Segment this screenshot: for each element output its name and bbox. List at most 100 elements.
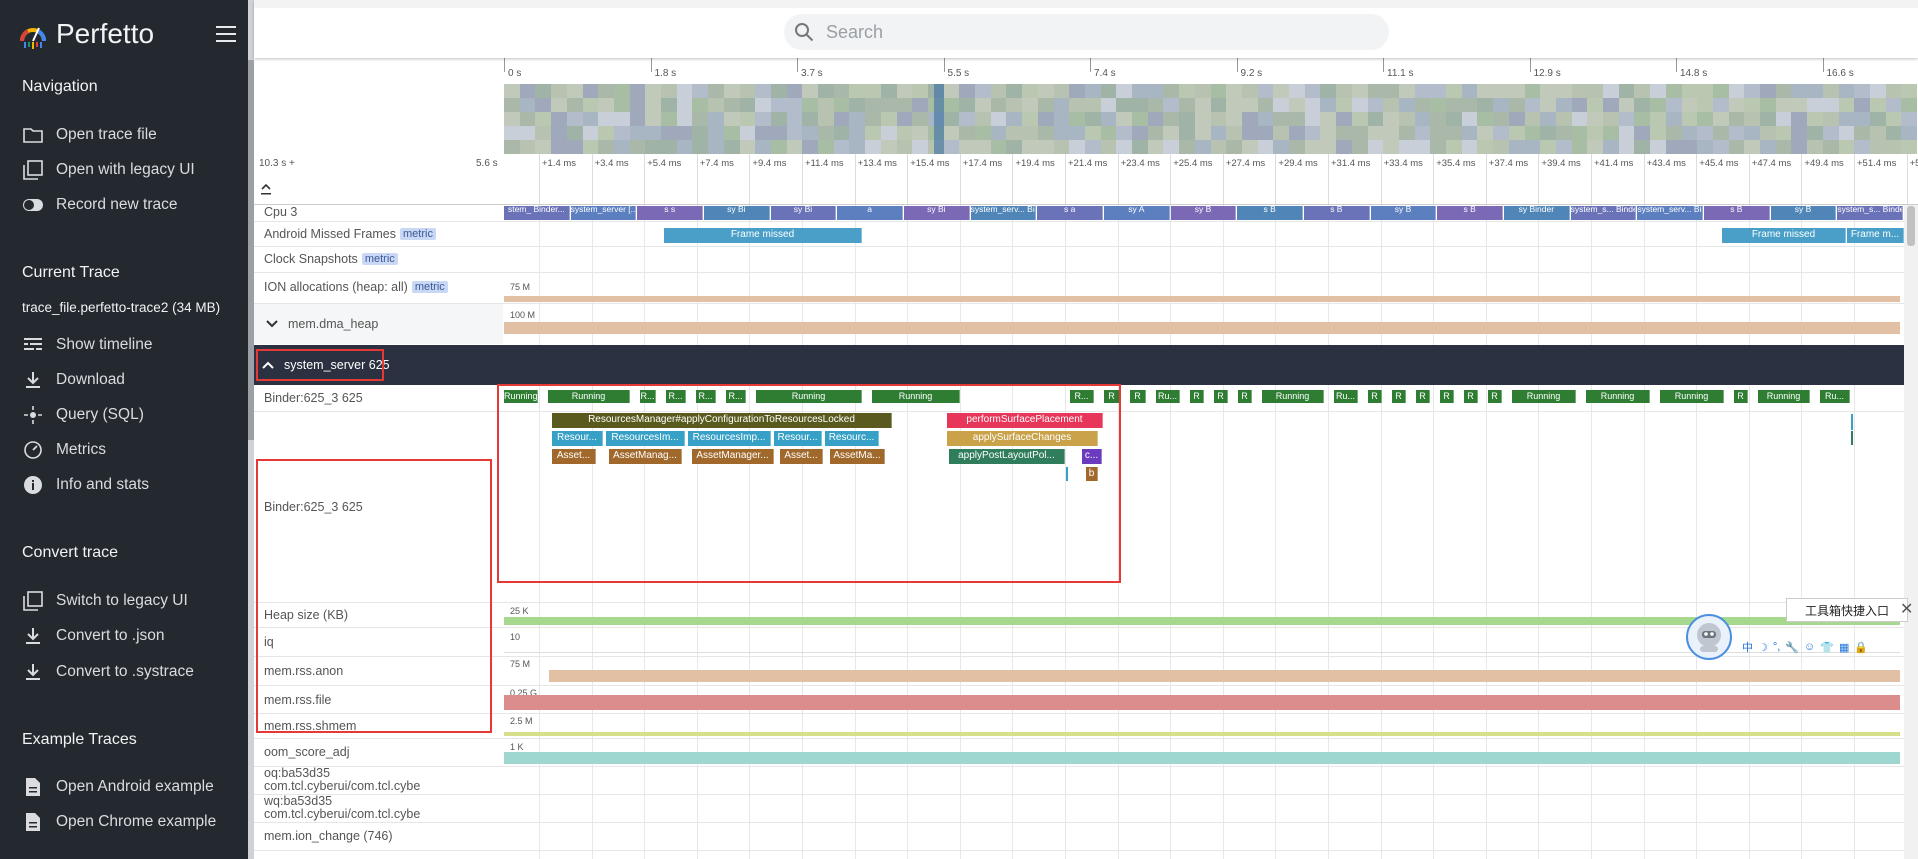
track-ion-change[interactable]: mem.ion_change (746) xyxy=(254,823,503,849)
wrench-icon[interactable]: 🔧 xyxy=(1785,641,1799,654)
thread-state-running[interactable]: R xyxy=(1416,390,1430,403)
close-icon[interactable]: ✕ xyxy=(1900,599,1918,619)
ion-counter-bar[interactable] xyxy=(504,296,1900,302)
track-oom-score-adj[interactable]: oom_score_adj xyxy=(254,739,503,765)
query-sql[interactable]: Query (SQL) xyxy=(22,401,144,429)
track-binder-state[interactable]: Binder:625_3 625 xyxy=(254,386,503,410)
section-example-traces[interactable]: Example Traces xyxy=(22,731,137,749)
thread-state-running[interactable]: R xyxy=(1214,390,1228,403)
thread-state-running[interactable]: R xyxy=(1238,390,1252,403)
cpu3-slice[interactable]: sy Bi xyxy=(704,206,770,220)
lock-icon[interactable]: 🔒 xyxy=(1854,641,1868,654)
info-and-stats[interactable]: Info and stats xyxy=(22,471,149,499)
chevron-down-icon[interactable] xyxy=(264,318,280,330)
thread-state-running[interactable]: R xyxy=(1440,390,1454,403)
thread-state-running[interactable]: R xyxy=(1464,390,1478,403)
cpu3-slice[interactable]: system_s... Binder:6... xyxy=(1570,206,1637,220)
section-convert-trace[interactable]: Convert trace xyxy=(22,544,118,562)
overview-selection-marker[interactable] xyxy=(934,84,944,154)
track-clock-snapshots[interactable]: Clock Snapshots metric xyxy=(254,247,503,271)
cpu3-slice[interactable]: s B xyxy=(1437,206,1503,220)
thread-state-running[interactable]: R xyxy=(1734,390,1748,403)
grid-icon[interactable]: ▦ xyxy=(1839,641,1849,654)
frame-missed-slice[interactable]: Frame missed xyxy=(664,228,862,243)
metrics[interactable]: Metrics xyxy=(22,436,106,464)
convert-to-systrace[interactable]: Convert to .systrace xyxy=(22,658,194,686)
open-android-example[interactable]: Open Android example xyxy=(22,773,214,801)
frame-missed-slice[interactable]: Frame missed xyxy=(1722,228,1846,243)
robot-avatar-icon[interactable] xyxy=(1686,614,1732,660)
cpu3-slice[interactable]: sy Bi xyxy=(770,206,837,220)
track-scrollbar[interactable] xyxy=(1904,204,1918,859)
thread-state-running[interactable]: Running xyxy=(1512,390,1576,403)
show-timeline[interactable]: Show timeline xyxy=(22,331,153,359)
oom-counter-bar[interactable] xyxy=(504,752,1900,764)
cpu3-slice[interactable]: s B xyxy=(1704,206,1770,220)
cpu3-slice[interactable]: a xyxy=(837,206,903,220)
overview-timeline[interactable]: 0 s 1.8 s 3.7 s 5.5 s 7.4 s 9.2 s 11.1 s 12.9 s… xyxy=(254,58,1918,205)
moon-icon[interactable]: ☽ xyxy=(1758,641,1768,654)
thread-state-running[interactable]: R xyxy=(1190,390,1204,403)
record-new-trace[interactable]: Record new trace xyxy=(22,191,177,219)
thread-state-running[interactable]: Ru... xyxy=(1156,390,1180,403)
convert-to-json[interactable]: Convert to .json xyxy=(22,622,165,650)
track-dma-heap[interactable]: mem.dma_heap xyxy=(254,304,503,344)
cpu3-slice[interactable]: system_serv... Binder:625_ xyxy=(1637,206,1703,220)
open-with-legacy-ui[interactable]: Open with legacy UI xyxy=(22,156,195,184)
cpu3-slice[interactable]: stem_ Binder... xyxy=(504,206,570,220)
track-missed-frames[interactable]: Android Missed Frames metric xyxy=(254,222,503,246)
slice-thin[interactable] xyxy=(1851,431,1853,445)
cpu3-slice[interactable]: s B xyxy=(1237,206,1303,220)
cpu3-slice[interactable]: system_server [... Binder:625_3... xyxy=(570,206,637,220)
cpu3-slice[interactable]: sy Binder xyxy=(1504,206,1570,220)
thread-state-running[interactable]: Running xyxy=(1262,390,1324,403)
rss-file-counter-bar[interactable] xyxy=(504,695,1900,710)
cpu3-slice[interactable]: sy B xyxy=(1770,206,1837,220)
thread-state-running[interactable]: R xyxy=(1392,390,1406,403)
perfetto-logo[interactable]: Perfetto xyxy=(18,14,154,54)
open-trace-file[interactable]: Open trace file xyxy=(22,121,157,149)
toolbox-widget[interactable]: 工具箱快捷入口 ✕ 中 ☽ °, 🔧 ☺ 👕 ▦ 🔒 xyxy=(1686,598,1918,660)
cpu3-slice[interactable]: s s xyxy=(637,206,703,220)
overview-cpu-heatmap[interactable] xyxy=(504,84,1918,154)
section-current-trace[interactable]: Current Trace xyxy=(22,264,120,282)
thread-state-running[interactable]: Running xyxy=(1586,390,1650,403)
slice-thin[interactable] xyxy=(1851,414,1853,430)
frame-missed-slice[interactable]: Frame m... xyxy=(1847,228,1904,243)
track-ion-allocations[interactable]: ION allocations (heap: all) metric xyxy=(254,273,503,301)
shirt-icon[interactable]: 👕 xyxy=(1820,641,1834,654)
search-input[interactable]: Search xyxy=(826,22,883,43)
menu-toggle-icon[interactable] xyxy=(216,26,236,42)
track-oq[interactable]: oq:ba53d35 com.tcl.cyberui/com.tcl.cybe xyxy=(254,767,503,793)
cpu3-slice[interactable]: sy A xyxy=(1104,206,1170,220)
rss-anon-counter-bar[interactable] xyxy=(549,670,1900,682)
thread-state-running[interactable]: Ru... xyxy=(1334,390,1358,403)
thread-state-running[interactable]: R xyxy=(1488,390,1502,403)
thread-state-running[interactable]: Running xyxy=(1758,390,1810,403)
cpu3-slice[interactable]: system_serv... Binder:625_... xyxy=(970,206,1037,220)
section-navigation[interactable]: Navigation xyxy=(22,78,98,96)
search-box[interactable]: Search xyxy=(784,14,1389,50)
track-wq[interactable]: wq:ba53d35 com.tcl.cyberui/com.tcl.cybe xyxy=(254,795,503,821)
thread-state-running[interactable]: R xyxy=(1130,390,1146,403)
thread-state-running[interactable]: Running xyxy=(1660,390,1724,403)
thread-state-running[interactable]: Ru... xyxy=(1820,390,1850,403)
cpu3-lane[interactable]: stem_ Binder...system_server [... Binder… xyxy=(504,206,1904,220)
thread-state-running[interactable]: R xyxy=(1368,390,1382,403)
process-group-header[interactable] xyxy=(254,345,1904,385)
smiley-icon[interactable]: ☺ xyxy=(1804,641,1815,653)
cpu3-slice[interactable]: s B xyxy=(1304,206,1370,220)
cpu3-slice[interactable]: s a xyxy=(1037,206,1103,220)
punctuation-icon[interactable]: °, xyxy=(1773,641,1780,653)
rss-shmem-counter-bar[interactable] xyxy=(504,732,1900,736)
cpu3-slice[interactable]: sy B xyxy=(1170,206,1237,220)
dma-counter-bar[interactable] xyxy=(504,322,1900,334)
cpu3-slice[interactable]: sy B xyxy=(1370,206,1437,220)
collapse-overview-icon[interactable] xyxy=(260,182,272,198)
open-chrome-example[interactable]: Open Chrome example xyxy=(22,808,216,836)
ime-chinese-icon[interactable]: 中 xyxy=(1742,639,1753,655)
download[interactable]: Download xyxy=(22,366,125,394)
track-cpu3-name[interactable]: Cpu 3 xyxy=(254,204,503,220)
cpu3-slice[interactable]: system_s... Binder... xyxy=(1837,206,1903,220)
cpu3-slice[interactable]: sy Bi xyxy=(904,206,970,220)
